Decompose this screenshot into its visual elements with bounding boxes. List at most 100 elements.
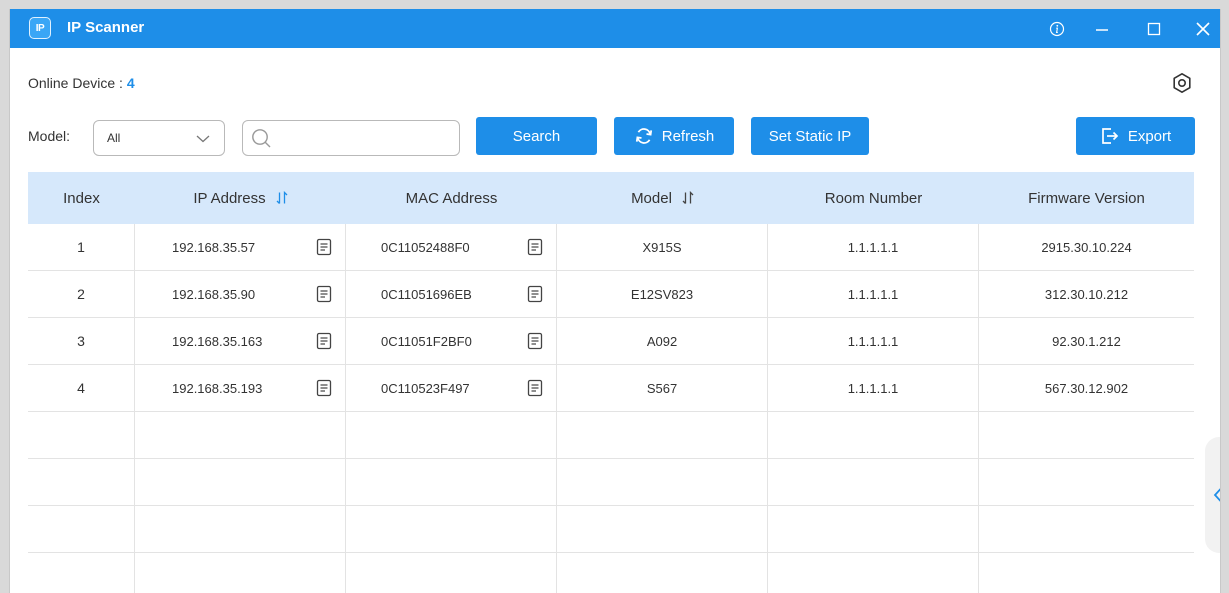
search-button[interactable]: Search — [476, 117, 597, 155]
info-icon — [1049, 21, 1065, 36]
sort-icon[interactable] — [276, 191, 288, 205]
table-row[interactable]: 1 192.168.35.57 0C11052488F0 X915S 1.1.1.1.1… — [28, 224, 1194, 271]
cell-firmware — [979, 412, 1194, 458]
cell-mac — [346, 412, 557, 458]
cell-model — [557, 506, 768, 552]
search-icon — [252, 129, 271, 148]
cell-mac — [346, 553, 557, 593]
copy-icon[interactable] — [527, 285, 543, 303]
online-device-count: 4 — [126, 75, 135, 91]
cell-model: X915S — [557, 224, 768, 270]
export-button-label: Export — [1127, 127, 1172, 145]
cell-room — [768, 506, 979, 552]
model-filter-label: Model: — [28, 128, 71, 144]
cell-index — [28, 459, 135, 505]
online-device-summary: Online Device : 4 — [28, 75, 135, 91]
device-table: Index IP Address MAC Address Model Room … — [28, 172, 1194, 593]
cell-index — [28, 553, 135, 593]
copy-icon[interactable] — [527, 332, 543, 350]
col-header-index: Index — [63, 189, 100, 207]
cell-firmware: 92.30.1.212 — [1052, 333, 1121, 349]
copy-icon[interactable] — [316, 285, 332, 303]
cell-mac: 0C11051696EB — [346, 271, 557, 317]
sort-icon[interactable] — [682, 191, 694, 205]
minimize-button[interactable] — [1087, 9, 1117, 48]
table-row — [28, 506, 1194, 553]
refresh-icon — [635, 128, 652, 144]
export-icon — [1101, 128, 1119, 144]
maximize-button[interactable] — [1139, 9, 1169, 48]
cell-firmware: 312.30.10.212 — [1044, 286, 1129, 302]
cell-ip: 192.168.35.163 — [135, 318, 346, 364]
table-header: Index IP Address MAC Address Model Room … — [28, 172, 1194, 224]
search-button-label: Search — [512, 127, 561, 145]
close-button[interactable] — [1188, 9, 1218, 48]
chevron-left-icon — [1213, 488, 1220, 502]
cell-ip — [135, 459, 346, 505]
cell-firmware: 2915.30.10.224 — [1041, 239, 1132, 255]
col-header-room: Room Number — [824, 189, 923, 207]
cell-room — [768, 553, 979, 593]
copy-icon[interactable] — [316, 238, 332, 256]
copy-icon[interactable] — [527, 238, 543, 256]
cell-index — [28, 412, 135, 458]
cell-ip: 192.168.35.193 — [135, 365, 346, 411]
cell-index — [28, 506, 135, 552]
cell-ip: 192.168.35.57 — [135, 224, 346, 270]
copy-icon[interactable] — [316, 332, 332, 350]
col-header-firmware: Firmware Version — [1028, 189, 1145, 207]
col-header-model[interactable]: Model — [557, 172, 768, 224]
close-icon — [1196, 21, 1210, 36]
cell-firmware: 567.30.12.902 — [1044, 380, 1129, 396]
table-row — [28, 459, 1194, 506]
cell-room: 1.1.1.1.1 — [768, 271, 979, 317]
col-header-ip[interactable]: IP Address — [135, 172, 346, 224]
table-row — [28, 553, 1194, 593]
chevron-down-icon — [196, 135, 210, 143]
info-button[interactable] — [1042, 9, 1072, 48]
export-button[interactable]: Export — [1076, 117, 1195, 155]
refresh-button-label: Refresh — [661, 127, 715, 145]
cell-room: 1.1.1.1.1 — [768, 224, 979, 270]
refresh-button[interactable]: Refresh — [614, 117, 734, 155]
set-static-ip-label: Set Static IP — [768, 127, 852, 145]
cell-room — [768, 412, 979, 458]
cell-mac: 0C110523F497 — [346, 365, 557, 411]
model-select[interactable]: All — [93, 120, 225, 156]
maximize-icon — [1147, 22, 1161, 35]
col-header-mac: MAC Address — [405, 189, 498, 207]
cell-model — [557, 412, 768, 458]
settings-icon — [1173, 73, 1191, 93]
cell-room: 1.1.1.1.1 — [768, 318, 979, 364]
title-bar: IP IP Scanner — [10, 9, 1220, 48]
cell-ip — [135, 506, 346, 552]
cell-firmware — [979, 506, 1194, 552]
settings-button[interactable] — [1170, 71, 1194, 95]
copy-icon[interactable] — [316, 379, 332, 397]
table-row[interactable]: 4 192.168.35.193 0C110523F497 S567 1.1.1.1.1… — [28, 365, 1194, 412]
table-row[interactable]: 2 192.168.35.90 0C11051696EB E12SV823 1.1.1.… — [28, 271, 1194, 318]
minimize-icon — [1096, 28, 1108, 31]
cell-room — [768, 459, 979, 505]
ip-scanner-window: IP IP Scanner Online Device : 4 Model: A… — [9, 9, 1221, 593]
cell-mac — [346, 506, 557, 552]
cell-mac: 0C11051F2BF0 — [346, 318, 557, 364]
cell-firmware — [979, 553, 1194, 593]
search-input[interactable] — [277, 125, 453, 151]
cell-index: 3 — [28, 318, 135, 364]
cell-mac: 0C11052488F0 — [346, 224, 557, 270]
model-select-value: All — [107, 131, 121, 145]
cell-index: 2 — [28, 271, 135, 317]
cell-mac — [346, 459, 557, 505]
copy-icon[interactable] — [527, 379, 543, 397]
side-panel-toggle[interactable] — [1205, 437, 1220, 553]
cell-model — [557, 459, 768, 505]
set-static-ip-button[interactable]: Set Static IP — [751, 117, 869, 155]
online-device-label: Online Device : — [28, 75, 127, 91]
cell-index: 1 — [28, 224, 135, 270]
app-logo-icon: IP — [29, 17, 51, 39]
cell-model: E12SV823 — [557, 271, 768, 317]
cell-index: 4 — [28, 365, 135, 411]
table-row[interactable]: 3 192.168.35.163 0C11051F2BF0 A092 1.1.1.1.1… — [28, 318, 1194, 365]
search-field[interactable] — [242, 120, 460, 156]
